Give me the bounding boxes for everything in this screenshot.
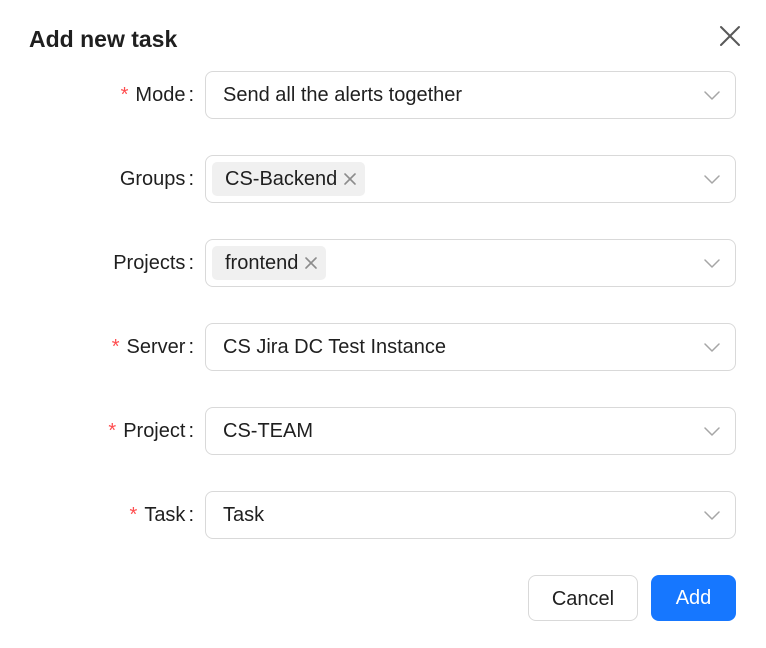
mode-select[interactable]: Send all the alerts together <box>205 71 736 119</box>
projects-tag-label: frontend <box>225 252 299 274</box>
projects-label: Projects: <box>113 239 194 287</box>
label-colon: : <box>188 84 194 106</box>
groups-tag: CS-Backend <box>212 162 366 196</box>
cancel-button[interactable]: Cancel <box>528 575 638 621</box>
task-select[interactable]: Task <box>205 491 736 539</box>
groups-select[interactable]: CS-Backend <box>205 155 736 203</box>
close-button[interactable] <box>714 20 746 52</box>
server-select[interactable]: CS Jira DC Test Instance <box>205 323 736 371</box>
chevron-down-icon <box>704 427 720 436</box>
chevron-down-icon <box>704 259 720 268</box>
form-row-server: * Server: CS Jira DC Test Instance <box>0 323 766 371</box>
form-row-groups: Groups: CS-Backend <box>0 155 766 203</box>
required-mark: * <box>120 84 129 106</box>
label-colon: : <box>188 336 194 358</box>
project-select-value: CS-TEAM <box>223 420 313 442</box>
required-mark: * <box>111 336 120 358</box>
tag-remove-icon[interactable] <box>304 256 318 270</box>
add-button[interactable]: Add <box>651 575 736 621</box>
mode-select-value: Send all the alerts together <box>223 84 463 106</box>
label-colon: : <box>188 252 194 274</box>
task-select-value: Task <box>223 504 265 526</box>
project-label-text: Project <box>123 420 186 442</box>
projects-tag: frontend <box>212 246 327 280</box>
form-row-task: * Task: Task <box>0 491 766 539</box>
chevron-down-icon <box>704 511 720 520</box>
form-row-mode: * Mode: Send all the alerts together <box>0 71 766 119</box>
groups-label: Groups: <box>120 155 194 203</box>
form-row-projects: Projects: frontend <box>0 239 766 287</box>
server-select-value: CS Jira DC Test Instance <box>223 336 447 358</box>
add-task-dialog: Add new task * Mode: Send all the alerts … <box>0 0 766 648</box>
server-label-text: Server <box>126 336 186 358</box>
label-colon: : <box>188 168 194 190</box>
task-label: * Task: <box>130 491 194 539</box>
project-select[interactable]: CS-TEAM <box>205 407 736 455</box>
chevron-down-icon <box>704 343 720 352</box>
dialog-title: Add new task <box>29 26 178 52</box>
tag-remove-icon[interactable] <box>343 172 357 186</box>
chevron-down-icon <box>704 91 720 100</box>
required-mark: * <box>108 420 117 442</box>
groups-tag-label: CS-Backend <box>225 168 338 190</box>
required-mark: * <box>129 504 138 526</box>
task-label-text: Task <box>144 504 186 526</box>
chevron-down-icon <box>704 175 720 184</box>
close-icon <box>720 26 740 46</box>
form-row-project: * Project: CS-TEAM <box>0 407 766 455</box>
label-colon: : <box>188 420 194 442</box>
mode-label-text: Mode <box>135 84 186 106</box>
mode-label: * Mode: <box>121 71 194 119</box>
groups-label-text: Groups <box>119 168 186 190</box>
label-colon: : <box>188 504 194 526</box>
server-label: * Server: <box>112 323 194 371</box>
projects-label-text: Projects <box>113 252 186 274</box>
project-label: * Project: <box>108 407 194 455</box>
projects-select[interactable]: frontend <box>205 239 736 287</box>
